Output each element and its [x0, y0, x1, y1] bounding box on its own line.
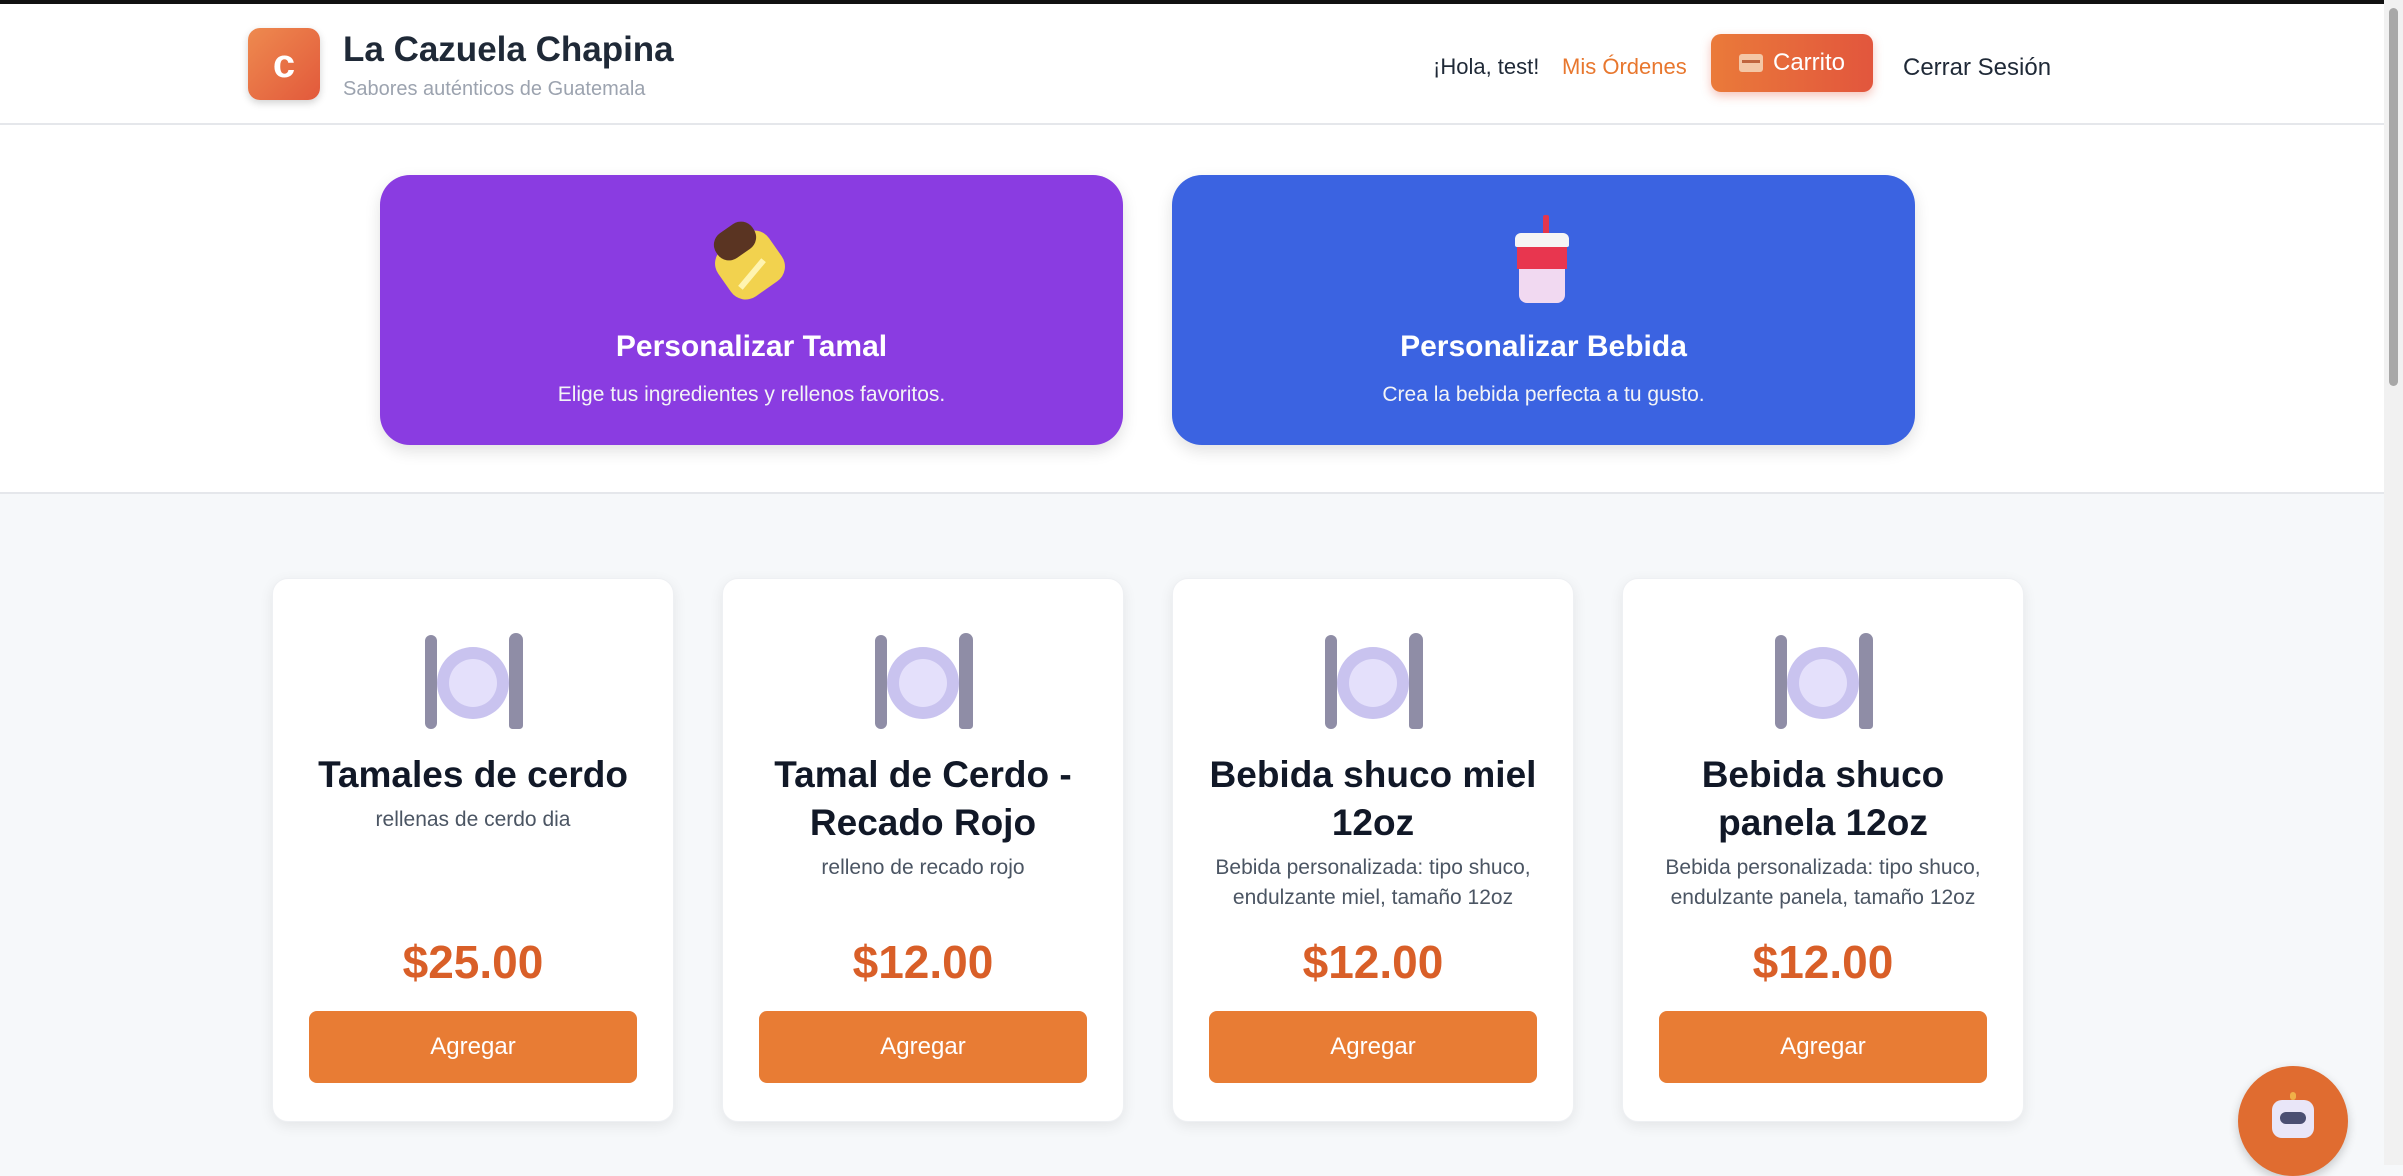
cart-button-label: Carrito — [1772, 49, 1845, 76]
plate-cutlery-icon — [1319, 633, 1427, 729]
customize-drink-card[interactable]: Personalizar Bebida Crea la bebida perfe… — [1172, 175, 1915, 445]
brand-subtitle: Sabores auténticos de Guatemala — [343, 78, 646, 100]
plate-cutlery-icon — [419, 633, 527, 729]
product-card: Tamal de Cerdo - Recado Rojo relleno de … — [722, 578, 1124, 1122]
product-price: $25.00 — [402, 936, 544, 988]
tamal-icon — [705, 216, 795, 310]
product-description: Bebida personalizada: tipo shuco, endulz… — [1215, 856, 1531, 909]
product-description: relleno de recado rojo — [821, 856, 1025, 879]
my-orders-link[interactable]: Mis Órdenes — [1562, 54, 1687, 80]
user-greeting: ¡Hola, test! — [1433, 54, 1540, 79]
add-to-cart-button[interactable]: Agregar — [309, 1011, 637, 1083]
product-name: Tamales de cerdo — [318, 754, 628, 795]
product-card: Tamales de cerdo rellenas de cerdo dia $… — [272, 578, 674, 1122]
cart-button[interactable]: Carrito — [1711, 34, 1873, 92]
plate-cutlery-icon — [1769, 633, 1877, 729]
cart-icon — [1738, 54, 1763, 72]
chatbot-button[interactable] — [2238, 1066, 2348, 1176]
add-to-cart-button[interactable]: Agregar — [759, 1011, 1087, 1083]
robot-icon — [2272, 1092, 2314, 1138]
product-name: Bebida shuco panela 12oz — [1701, 754, 1945, 843]
product-description: rellenas de cerdo dia — [375, 808, 571, 831]
plate-cutlery-icon — [869, 633, 977, 729]
customize-drink-description: Crea la bebida perfecta a tu gusto. — [1382, 383, 1705, 406]
brand-title[interactable]: La Cazuela Chapina — [343, 30, 674, 70]
customize-tamal-title: Personalizar Tamal — [615, 330, 888, 363]
logo-icon[interactable]: c — [248, 28, 320, 100]
product-price: $12.00 — [1752, 936, 1894, 988]
site-header: c La Cazuela Chapina Sabores auténticos … — [0, 4, 2384, 125]
add-to-cart-button[interactable]: Agregar — [1659, 1011, 1987, 1083]
drink-cup-icon — [1507, 215, 1577, 315]
product-price: $12.00 — [1302, 936, 1444, 988]
customize-tamal-description: Elige tus ingredientes y rellenos favori… — [557, 383, 946, 406]
customize-section: Personalizar Tamal Elige tus ingrediente… — [0, 125, 2384, 494]
add-to-cart-button[interactable]: Agregar — [1209, 1011, 1537, 1083]
customize-drink-title: Personalizar Bebida — [1400, 330, 1687, 363]
product-name: Bebida shuco miel 12oz — [1209, 754, 1537, 843]
logout-link[interactable]: Cerrar Sesión — [1903, 54, 2051, 82]
scrollbar-thumb[interactable] — [2389, 8, 2398, 386]
product-card: Bebida shuco panela 12oz Bebida personal… — [1622, 578, 2024, 1122]
product-card: Bebida shuco miel 12oz Bebida personaliz… — [1172, 578, 1574, 1122]
customize-tamal-card[interactable]: Personalizar Tamal Elige tus ingrediente… — [380, 175, 1123, 445]
product-description: Bebida personalizada: tipo shuco, endulz… — [1665, 856, 1981, 909]
product-price: $12.00 — [852, 936, 994, 988]
page-scrollbar[interactable] — [2384, 0, 2403, 1165]
product-name: Tamal de Cerdo - Recado Rojo — [774, 754, 1072, 843]
